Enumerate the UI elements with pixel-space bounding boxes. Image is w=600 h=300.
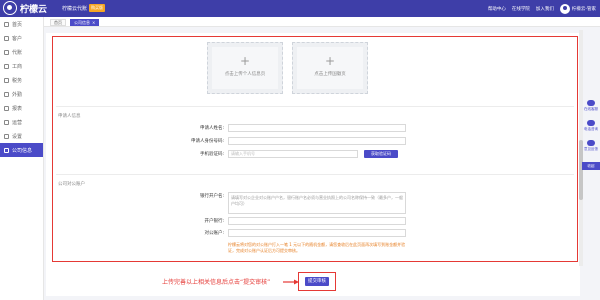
plus-icon: + [239,54,251,68]
chart-icon [4,119,9,125]
company-badge: 购买版 [89,4,106,12]
top-right-links: 帮助中心 在线学院 加入我们 柠檬云-管家 [488,4,596,14]
submit-review-button[interactable]: 提交审核 [305,277,329,286]
sidebar-item-company-info[interactable]: 公司信息 [0,143,43,157]
tab-bar: 首页 公司信息 × [44,17,600,27]
verification-notice: 柠檬云将对您的对公账户打入一笔 1 元以下的随机金额，请您查收后在此页面再次填写… [228,242,406,253]
sidebar-item-label: 公司信息 [12,147,33,154]
sidebar-item-customers[interactable]: 客户 [0,31,43,45]
sidebar: 首页 客户 代账 工商 税务 外勤 报表 运营 设置 公司信息 [0,17,44,300]
tab-company-info[interactable]: 公司信息 × [70,19,100,26]
user-name: 柠檬云-管家 [571,7,596,12]
shield-icon [4,63,9,69]
phone-consult-item[interactable]: 电话咨询 [582,120,600,140]
sidebar-item-reports[interactable]: 报表 [0,101,43,115]
sidebar-item-tax[interactable]: 税务 [0,73,43,87]
lemon-logo-icon [3,1,17,15]
upload-label: 点击上传国徽页 [314,72,346,77]
get-code-button[interactable]: 获取验证码 [364,150,398,158]
plus-icon: + [324,54,336,68]
sidebar-item-label: 代账 [12,49,23,56]
sidebar-item-label: 运营 [12,119,23,126]
sidebar-item-label: 工商 [12,63,23,70]
phone-icon [587,120,595,126]
sidebar-item-bookkeeping[interactable]: 代账 [0,45,43,59]
company-icon [4,147,9,153]
float-label: 在线客服 [584,107,598,111]
company-switcher[interactable]: 柠檬云代账 购买版 [62,4,106,12]
sidebar-item-label: 报表 [12,105,23,112]
upload-id-front[interactable]: + 点击上传个人信息页 [207,42,283,94]
tab-label: 首页 [54,19,62,25]
sidebar-item-label: 外勤 [12,91,23,98]
online-academy-link[interactable]: 在线学院 [512,6,530,12]
sidebar-item-label: 客户 [12,35,23,42]
gear-icon [4,133,9,139]
tab-label: 公司信息 [74,19,90,25]
field-icon [4,91,9,97]
join-us-link[interactable]: 加入我们 [536,6,554,12]
upload-id-back[interactable]: + 点击上传国徽页 [292,42,368,94]
bank-branch-label: 开户银行: [204,219,224,224]
arrow-right-icon [283,279,299,285]
user-menu[interactable]: 柠檬云-管家 [559,4,596,14]
bank-account-input[interactable] [228,229,406,237]
collapse-button[interactable]: 收起 [582,162,600,170]
user-icon [4,35,9,41]
online-service-item[interactable]: 在线客服 [582,100,600,120]
upload-label: 点击上传个人信息页 [224,72,266,77]
sidebar-item-field[interactable]: 外勤 [0,87,43,101]
chat-icon [587,140,595,146]
help-center-link[interactable]: 帮助中心 [488,6,506,12]
sidebar-item-settings[interactable]: 设置 [0,129,43,143]
company-name: 柠檬云代账 [62,5,88,12]
app-logo[interactable]: 柠檬云 [3,1,47,15]
close-icon[interactable]: × [92,20,95,25]
applicant-id-input[interactable] [228,137,406,145]
instruction-annotation: 上传完善以上相关信息后点击“提交审核” [162,279,271,286]
float-label: 意见反馈 [584,147,598,151]
section-title-applicant: 申请人信息 [58,114,81,119]
phone-input[interactable]: 请输入手机号 [228,150,358,158]
bank-account-name-input[interactable]: 请填写对公企业对公账户户名，银行账户名必须与营业执照上的公司名称保持一致（最多户… [228,192,406,214]
tax-icon [4,77,9,83]
logo-text: 柠檬云 [20,4,48,15]
top-navbar: 柠檬云 柠檬云代账 购买版 帮助中心 在线学院 加入我们 柠檬云-管家 [0,0,600,17]
bank-account-label: 对公账户: [204,231,224,236]
applicant-name-input[interactable] [228,124,406,132]
section-title-bank: 公司对公账户 [58,182,85,187]
report-icon [4,105,9,111]
divider [56,174,574,175]
sidebar-item-business[interactable]: 工商 [0,59,43,73]
sidebar-item-label: 设置 [12,133,23,140]
ledger-icon [4,49,9,55]
bank-account-name-label: 银行开户名: [199,194,224,199]
applicant-name-label: 申请人姓名: [199,126,224,131]
applicant-id-label: 申请人身份号码: [190,139,224,144]
bank-branch-input[interactable] [228,217,406,225]
sidebar-item-label: 首页 [12,21,23,28]
headset-icon [587,100,595,106]
float-label: 电话咨询 [584,127,598,131]
phone-code-label: 手机验证码: [199,152,224,157]
feedback-item[interactable]: 意见反馈 [582,140,600,160]
divider [56,106,574,107]
floating-service-panel: 在线客服 电话咨询 意见反馈 [582,100,600,160]
home-icon [4,21,9,27]
sidebar-item-operations[interactable]: 运营 [0,115,43,129]
sidebar-item-label: 税务 [12,77,23,84]
tab-home[interactable]: 首页 [50,19,66,26]
avatar [559,4,570,14]
sidebar-item-home[interactable]: 首页 [0,17,43,31]
